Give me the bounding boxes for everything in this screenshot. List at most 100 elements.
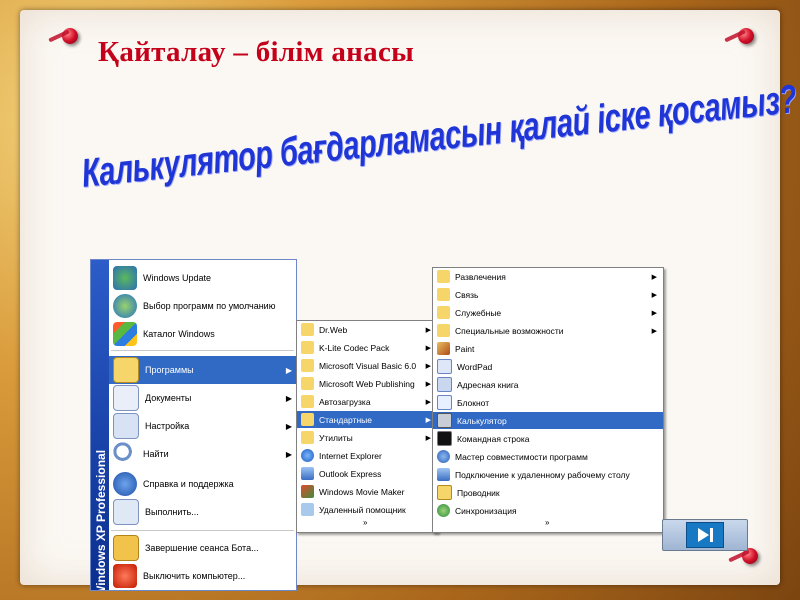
menu-item-label: Стандартные [319,414,373,425]
start-item-settings[interactable]: Настройка ▶ [109,412,296,440]
start-item-logoff[interactable]: Завершение сеанса Бота... [109,534,296,562]
programs-item[interactable]: Автозагрузка ▶ [297,393,437,410]
accessories-item-calculator[interactable]: Калькулятор [433,412,663,429]
programs-item[interactable]: Microsoft Web Publishing ▶ [297,375,437,392]
command-prompt-icon [437,431,452,446]
wordpad-icon [437,359,452,374]
folder-icon [437,288,450,301]
folder-icon [301,431,314,444]
accessories-item[interactable]: Специальные возможности ▶ [433,322,663,339]
programs-item[interactable]: Dr.Web ▶ [297,321,437,338]
windows-xp-brand-strip: Windows XP Professional [91,260,109,590]
accessories-item[interactable]: Развлечения ▶ [433,268,663,285]
menu-separator [111,350,294,351]
start-item-search[interactable]: Найти ▶ [109,440,296,468]
start-item-documents[interactable]: Документы ▶ [109,384,296,412]
accessories-item[interactable]: Связь ▶ [433,286,663,303]
expand-more-icon[interactable]: » [545,518,549,527]
next-icon [686,522,724,548]
start-item-default-programs[interactable]: Выбор программ по умолчанию [109,292,296,320]
menu-item-label: Блокнот [457,397,490,408]
documents-icon [113,385,139,411]
accessories-submenu: Развлечения ▶ Связь ▶ Служебные ▶ Специальн… [432,267,664,533]
programs-item[interactable]: Microsoft Visual Basic 6.0 ▶ [297,357,437,374]
accessories-item-notepad[interactable]: Блокнот [433,394,663,411]
menu-item-label: Командная строка [457,433,530,444]
pushpin-icon [62,28,78,44]
submenu-arrow-icon: ▶ [425,380,431,388]
menu-item-label: Каталог Windows [143,329,215,339]
menu-item-label: Подключение к удаленному рабочему столу [455,469,630,480]
remote-assistance-icon [301,503,314,516]
menu-item-label: Утилиты [319,432,353,443]
slide-title: Қайталау – білім анасы [98,36,415,68]
menu-item-label: Мастер совместимости программ [455,451,588,462]
accessories-item-explorer[interactable]: Проводник [433,484,663,501]
accessories-item[interactable]: Служебные ▶ [433,304,663,321]
internet-explorer-icon [301,449,314,462]
folder-icon [437,270,450,283]
start-item-programs[interactable]: Программы ▶ [109,356,296,384]
submenu-arrow-icon: ▶ [425,362,431,370]
programs-submenu: Dr.Web ▶ K-Lite Codec Pack ▶ Microsoft Vis… [296,320,438,533]
menu-item-label: Автозагрузка [319,396,371,407]
submenu-arrow-icon: ▶ [425,344,431,352]
start-item-windows-catalog[interactable]: Каталог Windows [109,320,296,348]
accessories-item-paint[interactable]: Paint [433,340,663,357]
accessories-item-command-prompt[interactable]: Командная строка [433,430,663,447]
programs-folder-icon [113,357,139,383]
programs-item-accessories[interactable]: Стандартные ▶ [297,411,437,428]
menu-item-label: Синхронизация [455,505,517,516]
programs-item[interactable]: Outlook Express [297,465,437,482]
menu-item-label: Microsoft Web Publishing [319,378,415,389]
accessories-item-sync[interactable]: Синхронизация [433,502,663,519]
logoff-icon [113,535,139,561]
folder-icon [437,306,450,319]
menu-item-label: Развлечения [455,271,506,282]
menu-separator [111,530,294,531]
explorer-icon [437,485,452,500]
accessories-item-remote-desktop[interactable]: Подключение к удаленному рабочему столу [433,466,663,483]
submenu-arrow-icon: ▶ [285,421,292,431]
menu-item-label: Проводник [457,487,500,498]
start-item-shutdown[interactable]: Выключить компьютер... [109,562,296,590]
programs-item[interactable]: Internet Explorer [297,447,437,464]
default-programs-icon [113,294,137,318]
start-item-run[interactable]: Выполнить... [109,498,296,526]
outlook-express-icon [301,467,314,480]
programs-item[interactable]: Удаленный помощник [297,501,437,518]
accessories-item-address-book[interactable]: Адресная книга [433,376,663,393]
menu-item-label: Windows Movie Maker [319,486,405,497]
folder-icon [301,377,314,390]
accessories-item-compat-wizard[interactable]: Мастер совместимости программ [433,448,663,465]
programs-item[interactable]: Windows Movie Maker [297,483,437,500]
menu-item-label: Paint [455,343,475,354]
search-icon [113,442,137,466]
windows-catalog-icon [113,322,137,346]
menu-item-label: Завершение сеанса Бота... [145,543,259,553]
accessories-item-wordpad[interactable]: WordPad [433,358,663,375]
menu-item-label: Microsoft Visual Basic 6.0 [319,360,417,371]
submenu-arrow-icon: ▶ [285,365,292,375]
submenu-arrow-icon: ▶ [285,449,292,459]
submenu-arrow-icon: ▶ [651,273,657,281]
start-item-windows-update[interactable]: Windows Update [109,264,296,292]
folder-icon [437,324,450,337]
folder-icon [301,323,314,336]
menu-item-label: Настройка [145,421,190,431]
programs-item[interactable]: K-Lite Codec Pack ▶ [297,339,437,356]
run-icon [113,499,139,525]
folder-icon [301,413,314,426]
submenu-arrow-icon: ▶ [651,327,657,335]
folder-icon [301,341,314,354]
programs-item[interactable]: Утилиты ▶ [297,429,437,446]
compatibility-wizard-icon [437,450,450,463]
menu-item-label: Связь [455,289,479,300]
menu-item-label: Internet Explorer [319,450,382,461]
start-item-help[interactable]: Справка и поддержка [109,470,296,498]
next-slide-button[interactable] [662,519,748,551]
expand-more-icon[interactable]: » [363,518,367,527]
menu-item-label: Справка и поддержка [143,479,234,489]
menu-item-label: Найти [143,449,169,459]
menu-item-label: Outlook Express [319,468,382,479]
